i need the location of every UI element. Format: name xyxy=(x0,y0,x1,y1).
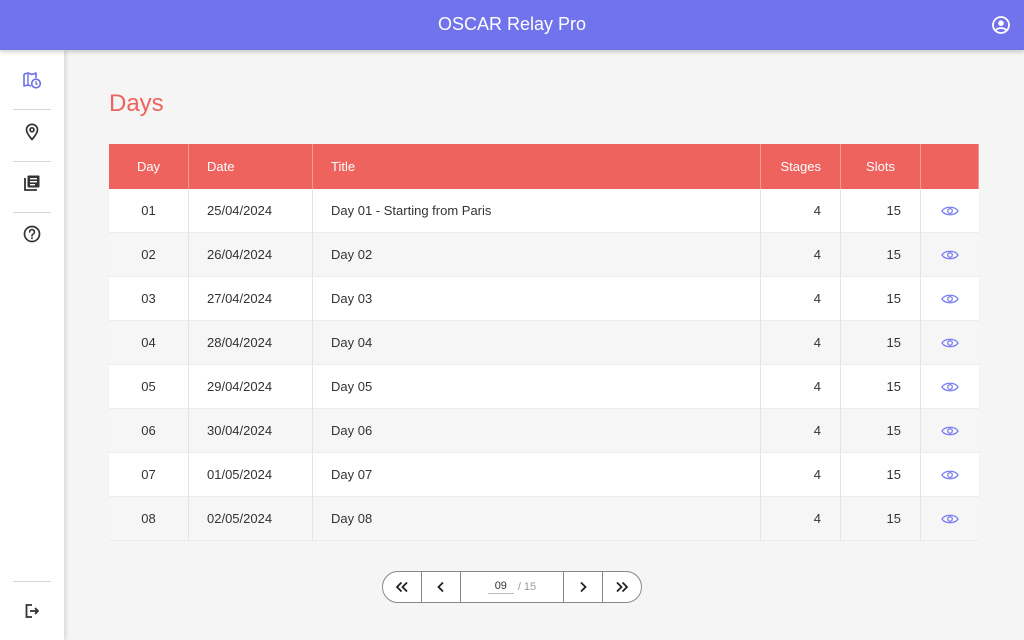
cell-stages: 4 xyxy=(761,453,841,496)
cell-title: Day 01 - Starting from Paris xyxy=(313,189,761,232)
cell-title: Day 05 xyxy=(313,365,761,408)
cell-date: 30/04/2024 xyxy=(189,409,313,452)
view-icon[interactable] xyxy=(940,336,960,350)
sidebar-item-help[interactable] xyxy=(12,214,52,254)
cell-title: Day 08 xyxy=(313,497,761,540)
column-header-day[interactable]: Day xyxy=(109,144,189,189)
table-row[interactable]: 04 28/04/2024 Day 04 4 15 xyxy=(109,321,979,365)
cell-stages: 4 xyxy=(761,365,841,408)
table-row[interactable]: 08 02/05/2024 Day 08 4 15 xyxy=(109,497,979,541)
cell-date: 01/05/2024 xyxy=(189,453,313,496)
cell-slots: 15 xyxy=(841,453,921,496)
page-title: Days xyxy=(109,90,164,117)
sidebar-item-days[interactable] xyxy=(12,60,52,100)
table-row[interactable]: 07 01/05/2024 Day 07 4 15 xyxy=(109,453,979,497)
cell-date: 26/04/2024 xyxy=(189,233,313,276)
cell-slots: 15 xyxy=(841,497,921,540)
view-icon[interactable] xyxy=(940,248,960,262)
page-total: / 15 xyxy=(517,581,537,593)
cell-day: 06 xyxy=(109,409,189,452)
column-header-title[interactable]: Title xyxy=(313,144,761,189)
app-title: OSCAR Relay Pro xyxy=(437,14,587,34)
chevron-double-left-icon xyxy=(395,581,408,593)
column-header-slots[interactable]: Slots xyxy=(841,144,921,189)
cell-day: 08 xyxy=(109,497,189,540)
table-row[interactable]: 03 27/04/2024 Day 03 4 15 xyxy=(109,277,979,321)
chevron-right-icon xyxy=(580,581,587,593)
cell-actions xyxy=(921,189,979,232)
cell-actions xyxy=(921,497,979,540)
sidebar-item-documents[interactable] xyxy=(12,163,52,203)
cell-stages: 4 xyxy=(761,409,841,452)
cell-title: Day 07 xyxy=(313,453,761,496)
page-indicator: / 15 xyxy=(461,572,563,602)
cell-stages: 4 xyxy=(761,277,841,320)
page-number-input[interactable] xyxy=(487,580,514,594)
cell-title: Day 06 xyxy=(313,409,761,452)
pagination: / 15 xyxy=(382,571,642,603)
help-icon xyxy=(23,225,41,243)
cell-slots: 15 xyxy=(841,321,921,364)
days-table: Day Date Title Stages Slots 01 25/04/2024… xyxy=(109,144,979,541)
column-header-actions xyxy=(921,144,979,189)
cell-day: 01 xyxy=(109,189,189,232)
logout-button[interactable] xyxy=(12,591,52,631)
next-page-button[interactable] xyxy=(563,572,602,602)
cell-stages: 4 xyxy=(761,497,841,540)
first-page-button[interactable] xyxy=(383,572,422,602)
table-row[interactable]: 06 30/04/2024 Day 06 4 15 xyxy=(109,409,979,453)
cell-date: 27/04/2024 xyxy=(189,277,313,320)
chevron-double-right-icon xyxy=(616,581,629,593)
cell-stages: 4 xyxy=(761,189,841,232)
cell-date: 28/04/2024 xyxy=(189,321,313,364)
cell-slots: 15 xyxy=(841,277,921,320)
cell-day: 04 xyxy=(109,321,189,364)
cell-actions xyxy=(921,277,979,320)
cell-actions xyxy=(921,321,979,364)
cell-actions xyxy=(921,233,979,276)
cell-stages: 4 xyxy=(761,233,841,276)
cell-day: 02 xyxy=(109,233,189,276)
cell-date: 29/04/2024 xyxy=(189,365,313,408)
cell-slots: 15 xyxy=(841,233,921,276)
cell-title: Day 04 xyxy=(313,321,761,364)
logout-icon xyxy=(25,604,39,618)
account-icon[interactable] xyxy=(991,15,1011,35)
table-row[interactable]: 02 26/04/2024 Day 02 4 15 xyxy=(109,233,979,277)
view-icon[interactable] xyxy=(940,512,960,526)
view-icon[interactable] xyxy=(940,204,960,218)
cell-day: 05 xyxy=(109,365,189,408)
sidebar-item-locations[interactable] xyxy=(12,112,52,152)
view-icon[interactable] xyxy=(940,424,960,438)
cell-slots: 15 xyxy=(841,189,921,232)
cell-slots: 15 xyxy=(841,365,921,408)
cell-actions xyxy=(921,453,979,496)
table-header: Day Date Title Stages Slots xyxy=(109,144,979,189)
last-page-button[interactable] xyxy=(602,572,641,602)
view-icon[interactable] xyxy=(940,380,960,394)
sidebar xyxy=(0,50,64,640)
chevron-left-icon xyxy=(437,581,444,593)
library-books-icon xyxy=(24,175,40,191)
previous-page-button[interactable] xyxy=(422,572,461,602)
table-row[interactable]: 05 29/04/2024 Day 05 4 15 xyxy=(109,365,979,409)
table-row[interactable]: 01 25/04/2024 Day 01 - Starting from Paris… xyxy=(109,189,979,233)
map-pin-icon xyxy=(25,123,39,141)
cell-title: Day 03 xyxy=(313,277,761,320)
cell-date: 02/05/2024 xyxy=(189,497,313,540)
cell-actions xyxy=(921,365,979,408)
cell-stages: 4 xyxy=(761,321,841,364)
map-clock-icon xyxy=(23,72,42,89)
column-header-stages[interactable]: Stages xyxy=(761,144,841,189)
cell-day: 03 xyxy=(109,277,189,320)
view-icon[interactable] xyxy=(940,468,960,482)
cell-title: Day 02 xyxy=(313,233,761,276)
view-icon[interactable] xyxy=(940,292,960,306)
cell-date: 25/04/2024 xyxy=(189,189,313,232)
cell-slots: 15 xyxy=(841,409,921,452)
app-header: OSCAR Relay Pro xyxy=(0,0,1024,50)
column-header-date[interactable]: Date xyxy=(189,144,313,189)
cell-actions xyxy=(921,409,979,452)
cell-day: 07 xyxy=(109,453,189,496)
